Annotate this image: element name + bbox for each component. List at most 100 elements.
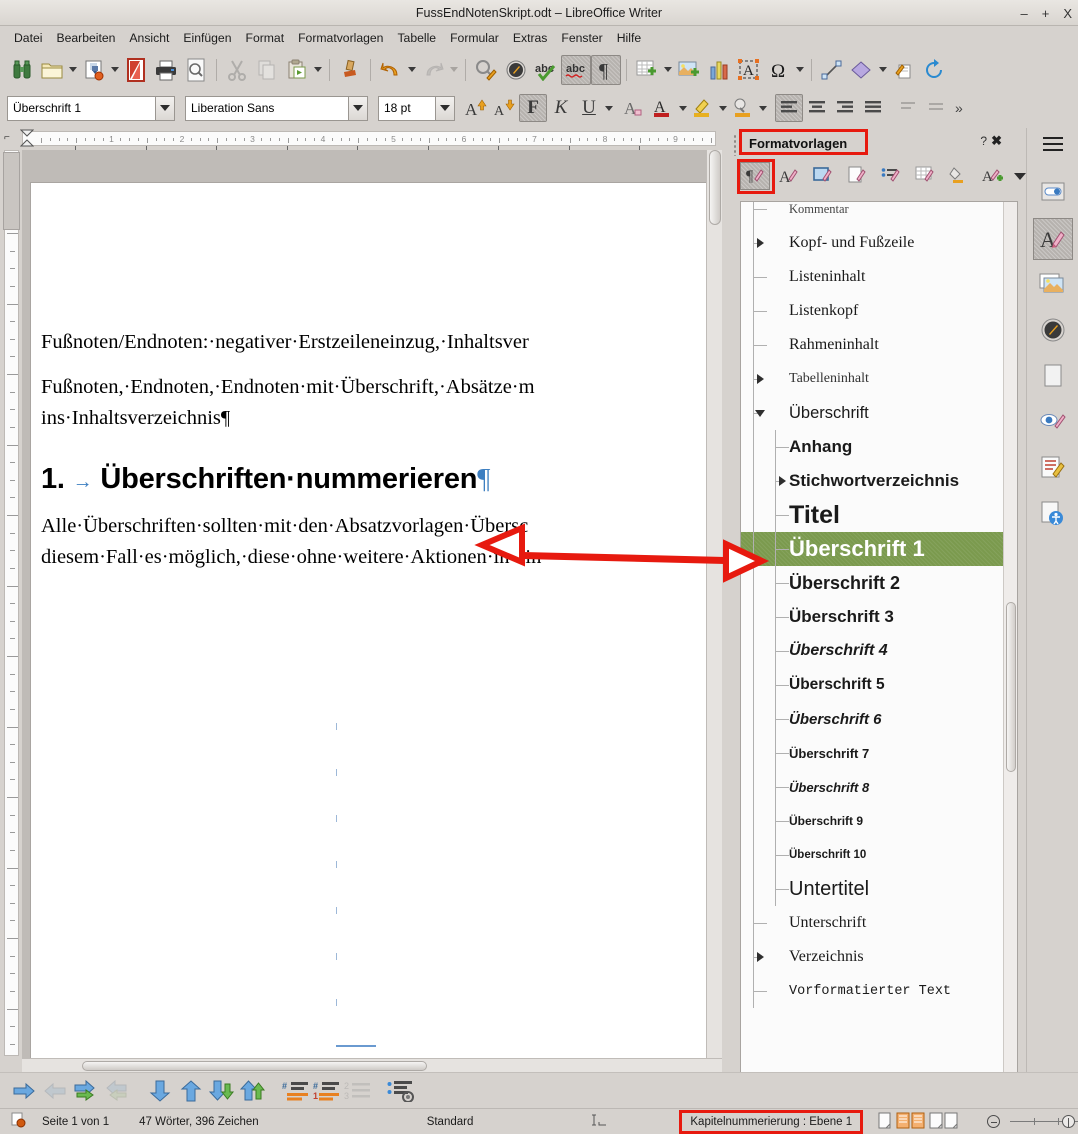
selection-mode-icon[interactable] bbox=[481, 1112, 619, 1131]
menu-extras[interactable]: Extras bbox=[506, 29, 555, 47]
heading-1[interactable]: 1. → Überschriften·nummerieren¶ bbox=[41, 463, 722, 496]
sidebar-navigator-icon[interactable] bbox=[1037, 314, 1069, 346]
clear-formatting-icon[interactable]: A bbox=[621, 94, 649, 122]
paste-dropdown-arrow-icon[interactable] bbox=[312, 55, 324, 85]
track-changes-icon[interactable] bbox=[501, 55, 531, 85]
menu-fenster[interactable]: Fenster bbox=[554, 29, 609, 47]
style-list-item[interactable]: Überschrift 6 bbox=[741, 702, 1003, 736]
outline-level-status[interactable]: Kapitelnummerierung : Ebene 1 bbox=[679, 1109, 864, 1134]
character-highlighting-icon[interactable] bbox=[729, 94, 757, 122]
insert-unnumbered-entry-icon[interactable]: # bbox=[280, 1077, 311, 1105]
save-status-icon[interactable] bbox=[0, 1112, 34, 1131]
sidebar-properties-icon[interactable] bbox=[1037, 176, 1069, 208]
open-folder-icon[interactable] bbox=[37, 55, 67, 85]
tab-stop-selector-icon[interactable]: ⌐ bbox=[4, 132, 10, 143]
undo-icon[interactable] bbox=[376, 55, 406, 85]
zoom-slider-knob[interactable] bbox=[1062, 1115, 1076, 1128]
spelling-autocheck-icon[interactable]: abc bbox=[561, 54, 591, 85]
underline-dropdown-arrow-icon[interactable] bbox=[603, 93, 615, 123]
page-info[interactable]: Seite 1 von 1 bbox=[34, 1116, 117, 1128]
table-dropdown-arrow-icon[interactable] bbox=[662, 55, 674, 85]
bold-icon[interactable]: F bbox=[519, 94, 547, 122]
style-list-item[interactable]: Kommentar bbox=[741, 202, 1003, 226]
align-left-icon[interactable] bbox=[775, 94, 803, 122]
word-count[interactable]: 47 Wörter, 396 Zeichen bbox=[117, 1116, 267, 1128]
increase-font-size-icon[interactable]: A bbox=[463, 94, 491, 122]
style-list-item[interactable]: Unterschrift bbox=[741, 906, 1003, 940]
decrease-font-size-icon[interactable]: A bbox=[491, 94, 519, 122]
style-list-item[interactable]: Überschrift 3 bbox=[741, 600, 1003, 634]
insert-line-icon[interactable] bbox=[817, 55, 847, 85]
menu-datei[interactable]: Datei bbox=[7, 29, 49, 47]
sidebar-styles-icon[interactable]: A bbox=[1033, 218, 1073, 260]
special-character-dropdown-arrow-icon[interactable] bbox=[794, 55, 806, 85]
print-preview-icon[interactable] bbox=[181, 55, 211, 85]
menu-tabelle[interactable]: Tabelle bbox=[390, 29, 443, 47]
character-highlighting-dropdown-arrow-icon[interactable] bbox=[757, 93, 769, 123]
align-center-icon[interactable] bbox=[803, 94, 831, 122]
single-page-view-icon[interactable] bbox=[877, 1112, 893, 1132]
restart-numbering-icon[interactable]: # 1 bbox=[311, 1077, 342, 1105]
insert-image-icon[interactable] bbox=[674, 55, 704, 85]
style-list-item[interactable]: Stichwortverzeichnis bbox=[741, 464, 1003, 498]
insert-chart-icon[interactable] bbox=[704, 55, 734, 85]
align-right-icon[interactable] bbox=[831, 94, 859, 122]
menu-formular[interactable]: Formular bbox=[443, 29, 506, 47]
document-canvas[interactable]: Fußnoten/Endnoten:·negativer·Erstzeilene… bbox=[22, 150, 722, 1060]
close-button[interactable]: X bbox=[1063, 7, 1072, 20]
document-vscroll-thumb[interactable] bbox=[709, 150, 721, 225]
style-list-item[interactable]: Listeninhalt bbox=[741, 260, 1003, 294]
vertical-ruler[interactable] bbox=[0, 150, 22, 1060]
save-dropdown-arrow-icon[interactable] bbox=[109, 55, 121, 85]
menu-einfuegen[interactable]: Einfügen bbox=[176, 29, 238, 47]
horizontal-ruler[interactable]: ⌐ 1 2 3 4 5 6 7 8 9 bbox=[0, 128, 722, 153]
special-character-icon[interactable]: Ω bbox=[764, 55, 794, 85]
indent-markers-icon[interactable] bbox=[19, 129, 35, 148]
fill-format-mode-icon[interactable] bbox=[944, 162, 974, 190]
redraw-icon[interactable] bbox=[919, 55, 949, 85]
character-styles-icon[interactable]: A bbox=[774, 162, 804, 190]
font-color-dropdown-arrow-icon[interactable] bbox=[677, 93, 689, 123]
style-list-item[interactable]: Überschrift 8 bbox=[741, 770, 1003, 804]
minimize-button[interactable]: – bbox=[1021, 7, 1028, 20]
style-list-item[interactable]: Untertitel bbox=[741, 872, 1003, 906]
text-box-icon[interactable]: A bbox=[734, 55, 764, 85]
page-text-body[interactable]: Fußnoten/Endnoten:·negativer·Erstzeilene… bbox=[41, 328, 722, 589]
style-list-item[interactable]: Überschrift bbox=[741, 396, 1003, 430]
styles-tree-list[interactable]: Kommentar Kopf- und Fußzeile Listeninhalt L… bbox=[740, 201, 1018, 1134]
style-list-item[interactable]: Titel bbox=[741, 498, 1003, 532]
print-icon[interactable] bbox=[151, 55, 181, 85]
sidebar-accessibility-check-icon[interactable] bbox=[1037, 498, 1069, 530]
paragraph-5[interactable]: diesem·Fall·es·möglich,·diese·ohne·weite… bbox=[41, 543, 722, 572]
menu-ansicht[interactable]: Ansicht bbox=[122, 29, 176, 47]
font-size-dropdown-icon[interactable] bbox=[435, 96, 454, 120]
paragraph-1[interactable]: Fußnoten/Endnoten:·negativer·Erstzeilene… bbox=[41, 328, 722, 357]
paste-icon[interactable] bbox=[282, 55, 312, 85]
sidebar-page-icon[interactable] bbox=[1037, 360, 1069, 392]
style-list-item[interactable]: Tabelleninhalt bbox=[741, 362, 1003, 396]
paragraph-3[interactable]: ins·Inhaltsverzeichnis¶ bbox=[41, 404, 722, 433]
style-list-item[interactable]: Überschrift 2 bbox=[741, 566, 1003, 600]
style-list-item[interactable]: Vorformatierter Text bbox=[741, 974, 1003, 1008]
zoom-slider-track[interactable] bbox=[1010, 1115, 1078, 1128]
style-list-item[interactable]: Überschrift 4 bbox=[741, 634, 1003, 668]
demote-with-subpoints-icon[interactable] bbox=[70, 1077, 101, 1105]
sidebar-gallery-icon[interactable] bbox=[1037, 268, 1069, 300]
zoom-out-button[interactable] bbox=[987, 1115, 1001, 1128]
insert-footnote-icon[interactable] bbox=[889, 55, 919, 85]
export-pdf-icon[interactable] bbox=[121, 55, 151, 85]
maximize-button[interactable]: + bbox=[1042, 7, 1050, 20]
undo-dropdown-arrow-icon[interactable] bbox=[406, 55, 418, 85]
basic-shapes-icon[interactable] bbox=[847, 55, 877, 85]
document-hscroll-thumb[interactable] bbox=[82, 1061, 427, 1071]
sidebar-grip-handle[interactable] bbox=[733, 134, 738, 156]
move-down-icon[interactable] bbox=[144, 1077, 175, 1105]
bullets-and-numbering-icon[interactable] bbox=[385, 1077, 416, 1105]
clone-formatting-icon[interactable] bbox=[335, 55, 365, 85]
book-view-icon[interactable] bbox=[929, 1112, 959, 1132]
style-list-item[interactable]: Überschrift 5 bbox=[741, 668, 1003, 702]
style-list-item[interactable]: Überschrift 10 bbox=[741, 838, 1003, 872]
menu-hilfe[interactable]: Hilfe bbox=[610, 29, 648, 47]
style-list-item[interactable]: Überschrift 9 bbox=[741, 804, 1003, 838]
binoculars-search-icon[interactable] bbox=[7, 55, 37, 85]
